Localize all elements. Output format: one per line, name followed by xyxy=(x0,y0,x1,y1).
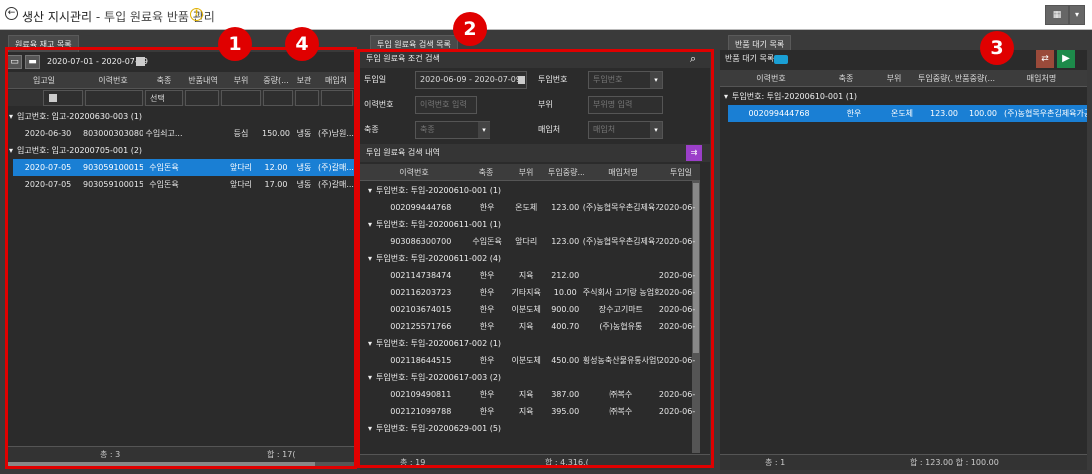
table-cell: 002099444768 xyxy=(748,109,810,118)
col-header[interactable]: 반품중량(... xyxy=(954,70,996,86)
return-table-header: 이력번호 축종 부위 투입중량(... 반품중량(... 매입처명 xyxy=(720,70,1087,87)
total-count: 총 : 1 xyxy=(765,458,786,467)
col-header[interactable]: 매입처명 xyxy=(996,70,1087,86)
annotation-box-1 xyxy=(5,47,357,469)
table-row[interactable]: 002099444768 한우 온도체 123.00 100.00 (주)농협목우촌김제육… xyxy=(728,105,1087,122)
total-sum: 합 : 123.00 합 : 100.00 xyxy=(910,458,999,467)
return-process-icon[interactable]: ⇄ xyxy=(1036,50,1054,68)
title-bar: ← 생산 지시관리 - 투입 원료육 반품 관리 ! ▦ ▾ xyxy=(0,0,1092,30)
info-icon[interactable]: ! xyxy=(190,8,203,21)
return-footer: 총 : 1 합 : 123.00 합 : 100.00 xyxy=(720,454,1087,470)
annotation-box-2 xyxy=(357,49,714,468)
group-label: 투입번호: 투입-20200610-001 (1) xyxy=(732,92,858,101)
return-list-title: 반품 대기 목록 xyxy=(725,54,775,63)
menu-title: 생산 지시관리 xyxy=(22,10,93,24)
table-cell: 온도체 xyxy=(890,109,914,118)
annotation-badge-4: 4 xyxy=(285,27,319,61)
group-row[interactable]: ▾ 투입번호: 투입-20200610-001 (1) xyxy=(720,88,1087,105)
table-cell: 한우 xyxy=(846,109,862,118)
annotation-badge-2: 2 xyxy=(453,12,487,46)
col-header[interactable]: 부위 xyxy=(870,70,918,86)
annotation-badge-1: 1 xyxy=(218,27,252,61)
col-header[interactable]: 이력번호 xyxy=(720,70,822,86)
grid-icon[interactable]: ▦ xyxy=(1045,5,1069,25)
chevron-down-icon[interactable]: ▾ xyxy=(720,88,732,105)
return-wait-panel: 반품 대기 목록 ⇄ ▶ 이력번호 축종 부위 투입중량(... 반품중량(..… xyxy=(720,50,1087,470)
keyboard-icon[interactable] xyxy=(774,55,788,64)
chevron-down-icon[interactable]: ▾ xyxy=(1069,5,1085,25)
table-cell: 123.00 xyxy=(930,109,958,118)
back-arrow-icon[interactable]: ← xyxy=(5,7,18,20)
table-cell: (주)농협목우촌김제육가공... xyxy=(1004,109,1087,118)
table-cell: 100.00 xyxy=(969,109,997,118)
col-header[interactable]: 축종 xyxy=(822,70,870,86)
workspace: 원료육 재고 목록 ▭ ▬ 2020-07-01 - 2020-07-09 입고… xyxy=(0,30,1092,474)
annotation-badge-3: 3 xyxy=(980,31,1014,65)
col-header[interactable]: 투입중량(... xyxy=(918,70,954,86)
excel-export-icon[interactable]: ▶ xyxy=(1057,50,1075,68)
page-title: 생산 지시관리 - 투입 원료육 반품 관리 xyxy=(22,8,215,25)
